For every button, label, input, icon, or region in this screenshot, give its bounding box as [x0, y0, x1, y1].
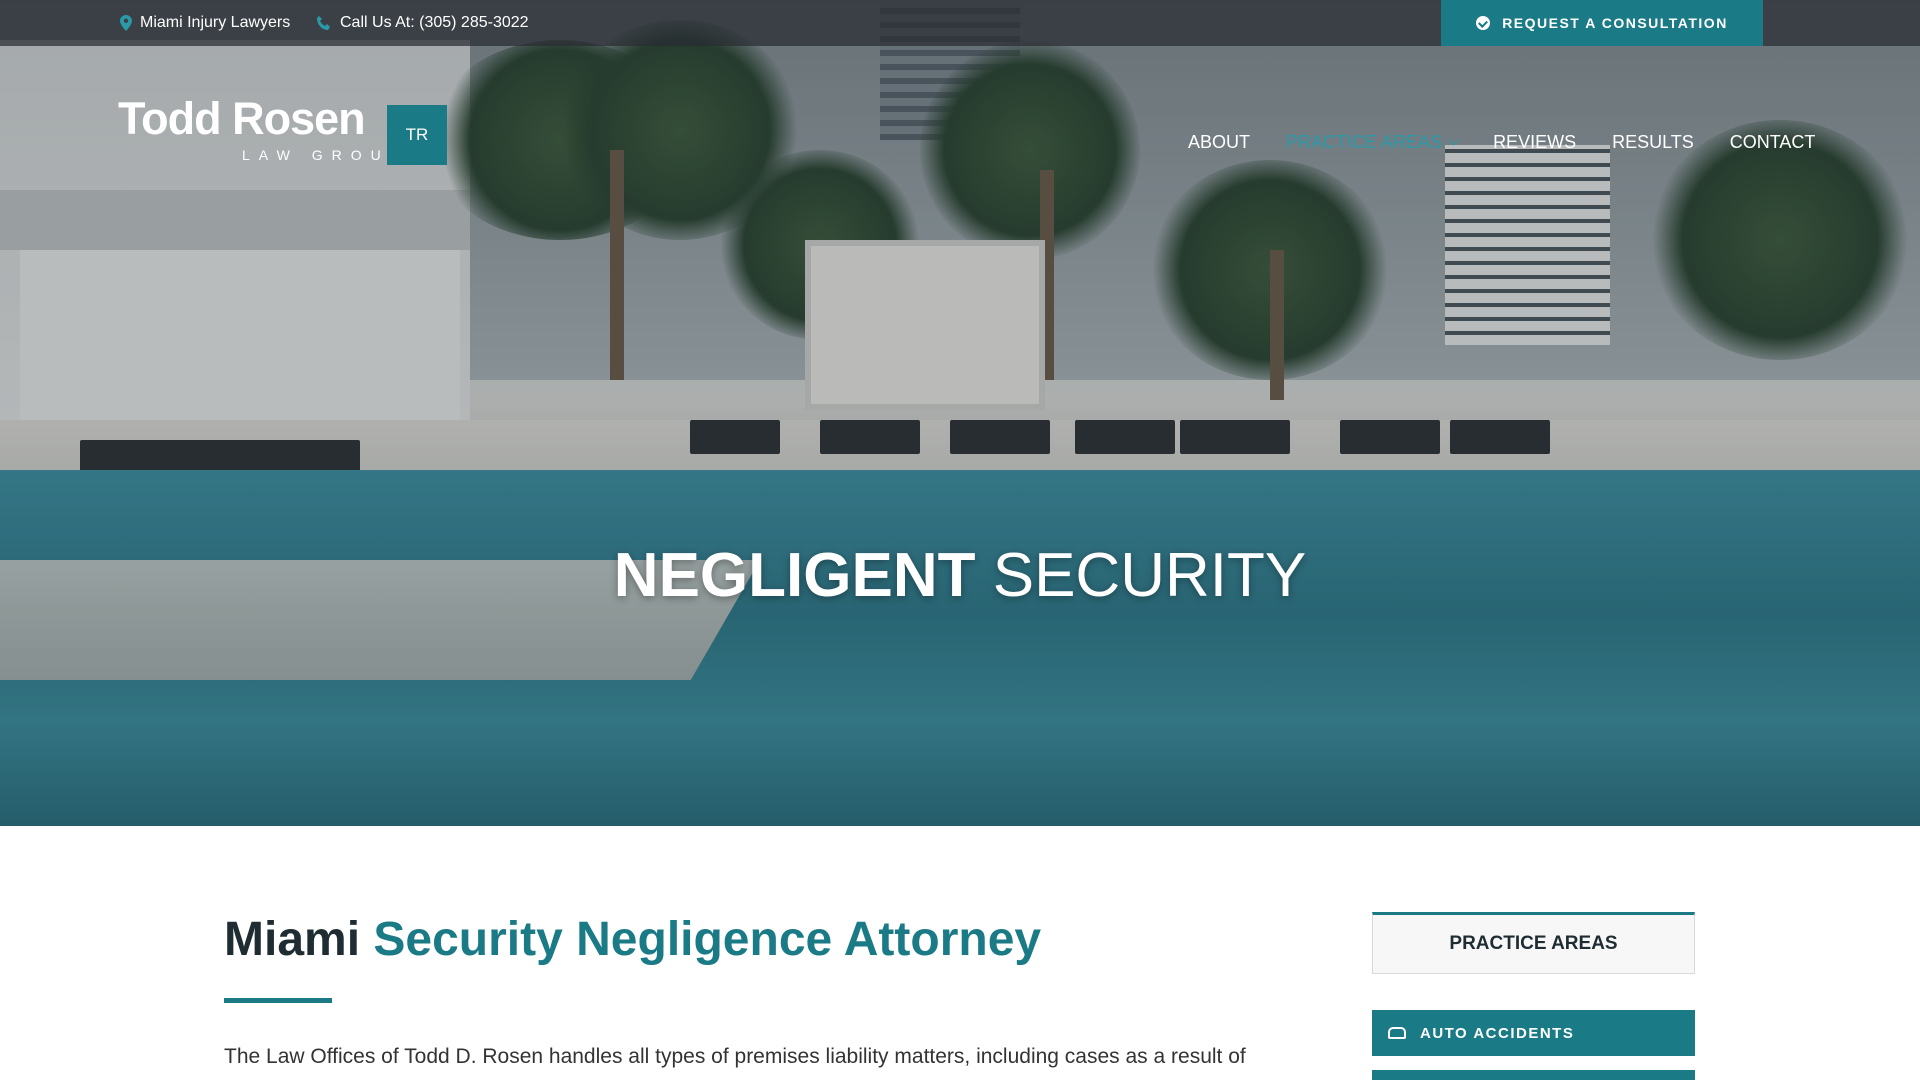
hero-title: NEGLIGENT SECURITY: [0, 540, 1920, 611]
car-icon: [1388, 1027, 1406, 1039]
logo-subtitle: LAW GROUP: [242, 147, 409, 163]
hero-title-light: SECURITY: [975, 541, 1307, 610]
location-info: Miami Injury Lawyers: [120, 14, 290, 32]
phone-info[interactable]: Call Us At: (305) 285-3022: [316, 14, 529, 32]
heading-divider: [224, 998, 332, 1003]
intro-paragraph: The Law Offices of Todd D. Rosen handles…: [224, 1045, 1246, 1068]
page-heading-accent: Security Negligence Attorney: [373, 913, 1042, 966]
logo-badge[interactable]: TR: [387, 105, 447, 165]
sidebar-item-label: AUTO ACCIDENTS: [1420, 1024, 1575, 1042]
page-heading-plain: Miami: [224, 913, 374, 966]
nav-item-about[interactable]: ABOUT: [1188, 132, 1250, 153]
check-circle-icon: [1476, 16, 1491, 30]
nav-item-contact[interactable]: CONTACT: [1730, 132, 1816, 153]
sidebar-item-auto-accidents[interactable]: AUTO ACCIDENTS: [1372, 1010, 1695, 1056]
request-consultation-button[interactable]: REQUEST A CONSULTATION: [1441, 0, 1763, 46]
phone-icon: [317, 16, 330, 30]
page-heading: Miami Security Negligence Attorney: [224, 912, 1041, 967]
logo-name: Todd Rosen: [118, 93, 366, 144]
nav-item-reviews[interactable]: REVIEWS: [1493, 132, 1576, 153]
main-nav: ABOUT PRACTICE AREAS REVIEWS RESULTS CON…: [1188, 132, 1851, 153]
location-text: Miami Injury Lawyers: [140, 14, 291, 31]
sidebar-item-next[interactable]: [1372, 1070, 1695, 1080]
nav-item-practice-areas[interactable]: PRACTICE AREAS: [1286, 132, 1459, 153]
nav-item-practice-areas-label: PRACTICE AREAS: [1286, 132, 1443, 152]
nav-item-results[interactable]: RESULTS: [1612, 132, 1694, 153]
chevron-down-icon: [1448, 135, 1459, 146]
top-bar: Miami Injury Lawyers Call Us At: (305) 2…: [0, 0, 1920, 46]
site-logo[interactable]: Todd Rosen LAW GROUP: [118, 96, 408, 163]
request-consultation-label: REQUEST A CONSULTATION: [1502, 15, 1728, 31]
map-pin-icon: [120, 15, 132, 31]
sidebar-heading: PRACTICE AREAS: [1372, 912, 1695, 974]
hero-title-bold: NEGLIGENT: [613, 541, 976, 610]
phone-link[interactable]: Call Us At: (305) 285-3022: [340, 14, 529, 32]
